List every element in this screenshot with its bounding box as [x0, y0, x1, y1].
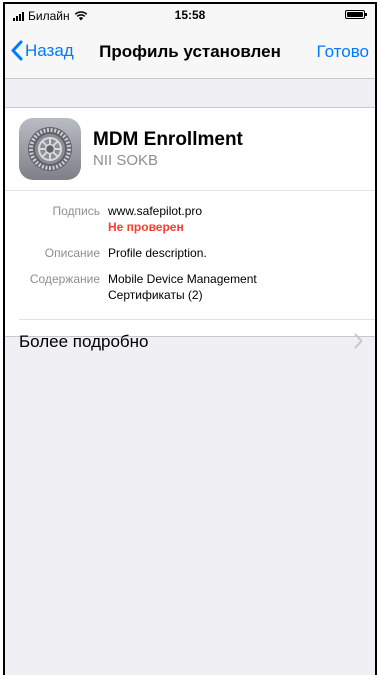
description-row: Описание Profile description. — [5, 245, 375, 261]
profile-header: MDM Enrollment NII SOKB — [5, 108, 375, 191]
more-details-label: Более подробно — [19, 332, 149, 351]
contains-value-certificates: Сертификаты (2) — [108, 288, 203, 302]
contains-row: Содержание Mobile Device Management Серт… — [5, 271, 375, 303]
battery-icon — [345, 10, 367, 19]
profile-details: Подпись www.safepilot.pro Не проверен Оп… — [5, 191, 375, 319]
description-label: Описание — [44, 246, 100, 260]
status-time: 15:58 — [174, 8, 206, 22]
section-gap — [5, 79, 375, 107]
signed-value: www.safepilot.pro — [108, 204, 203, 218]
profile-title-block: MDM Enrollment NII SOKB — [93, 129, 243, 169]
profile-organization: NII SOKB — [93, 152, 159, 169]
signed-value-block: www.safepilot.pro Не проверен — [108, 203, 202, 235]
profile-name: MDM Enrollment — [93, 129, 243, 150]
contains-label: Содержание — [29, 272, 100, 286]
description-value: Profile description. — [108, 246, 207, 260]
profile-card: MDM Enrollment NII SOKB Подпись www.safe… — [5, 107, 375, 351]
contains-value-mdm: Mobile Device Management — [108, 272, 257, 286]
more-details-row[interactable]: Более подробно — [5, 320, 375, 364]
signed-label: Подпись — [52, 204, 101, 218]
chevron-right-icon — [354, 333, 363, 349]
settings-gear-icon — [19, 118, 81, 180]
phone-screen: Билайн 15:58 Назад Профиль установлен Го… — [3, 2, 377, 675]
signed-row: Подпись www.safepilot.pro Не проверен — [5, 203, 375, 235]
status-bar: Билайн 15:58 — [5, 4, 375, 26]
done-button[interactable]: Готово — [317, 42, 370, 62]
navigation-bar: Назад Профиль установлен Готово — [5, 26, 375, 79]
signed-status: Не проверен — [108, 220, 184, 234]
contains-value-block: Mobile Device Management Сертификаты (2) — [108, 271, 257, 303]
